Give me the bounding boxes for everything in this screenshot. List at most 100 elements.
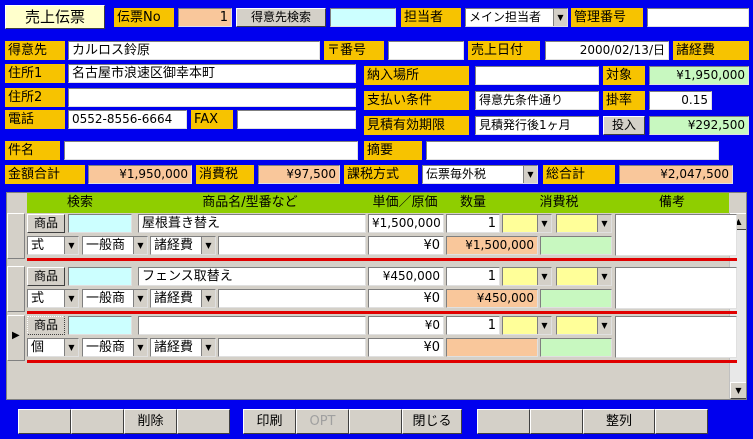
chevron-down-icon[interactable]: ▼ [537, 215, 551, 232]
footer-blank-button-3[interactable] [177, 409, 230, 434]
close-button[interactable]: 閉じる [402, 409, 462, 434]
tax-select-2[interactable]: ▼ [556, 267, 612, 286]
input-button[interactable]: 投入 [603, 116, 645, 135]
cost-field[interactable]: ¥0 [368, 338, 444, 357]
product-code-field[interactable] [68, 267, 132, 286]
customer-search-button[interactable]: 得意先検索 [236, 8, 326, 27]
addr2-label: 住所2 [5, 88, 65, 107]
target-label: 対象 [603, 66, 645, 85]
note-field[interactable] [615, 316, 737, 358]
category-select[interactable]: 一般商 ▼ [82, 289, 148, 308]
line-tax-field [540, 289, 612, 308]
chevron-down-icon[interactable]: ▼ [201, 237, 215, 254]
note-field[interactable] [615, 267, 737, 309]
unit-select[interactable]: 式 ▼ [27, 236, 79, 255]
product-name-field[interactable] [138, 316, 366, 335]
tax-select-2[interactable]: ▼ [556, 214, 612, 233]
product-name-field[interactable]: 屋根葺き替え [138, 214, 366, 233]
misc-field[interactable]: ¥292,500 [649, 116, 749, 135]
chevron-down-icon[interactable]: ▼ [201, 339, 215, 356]
category-select[interactable]: 一般商 ▼ [82, 338, 148, 357]
chevron-down-icon[interactable]: ▼ [133, 290, 147, 307]
row-selector[interactable] [7, 266, 25, 312]
expense-select[interactable]: 諸経費 ▼ [150, 289, 216, 308]
cost-field[interactable]: ¥0 [368, 236, 444, 255]
customer-search-field[interactable] [330, 8, 396, 27]
chevron-down-icon[interactable]: ▼ [537, 317, 551, 334]
addr2-field[interactable] [68, 88, 356, 107]
chevron-down-icon[interactable]: ▼ [64, 290, 78, 307]
footer-blank-button-5[interactable] [477, 409, 530, 434]
delivery-field[interactable] [475, 66, 599, 85]
cost-field[interactable]: ¥0 [368, 289, 444, 308]
footer-blank-button-7[interactable] [655, 409, 708, 434]
unit-select[interactable]: 個 ▼ [27, 338, 79, 357]
chevron-down-icon[interactable]: ▼ [537, 268, 551, 285]
summary-field[interactable] [426, 141, 719, 160]
addr1-field[interactable]: 名古屋市浪速区御幸本町 [68, 64, 356, 83]
chevron-down-icon[interactable]: ▼ [201, 290, 215, 307]
opt-button[interactable]: OPT [296, 409, 349, 434]
spec-field[interactable] [218, 289, 366, 308]
print-button[interactable]: 印刷 [243, 409, 296, 434]
chevron-down-icon[interactable]: ▼ [133, 237, 147, 254]
customer-name-field[interactable]: カルロス鈴原 [68, 41, 320, 60]
mgmt-no-field[interactable] [647, 8, 749, 27]
footer-blank-button-4[interactable] [349, 409, 402, 434]
chevron-down-icon[interactable]: ▼ [553, 9, 567, 26]
quantity-field[interactable]: 1 [446, 267, 500, 286]
target-field[interactable]: ¥1,950,000 [649, 66, 749, 85]
unit-price-field[interactable]: ¥0 [368, 316, 444, 335]
customer-name-label: 得意先 [5, 41, 65, 60]
spec-field[interactable] [218, 338, 366, 357]
product-name-field[interactable]: フェンス取替え [138, 267, 366, 286]
product-code-field[interactable] [68, 316, 132, 335]
footer-blank-button-6[interactable] [530, 409, 583, 434]
tax-select-1[interactable]: ▼ [502, 316, 552, 335]
unit-price-field[interactable]: ¥1,500,000 [368, 214, 444, 233]
subject-field[interactable] [64, 141, 358, 160]
tax-method-select[interactable]: 伝票毎外税 ▼ [422, 165, 538, 184]
chevron-down-icon[interactable]: ▼ [597, 268, 611, 285]
slip-no-field[interactable]: 1 [178, 8, 232, 27]
align-button[interactable]: 整列 [583, 409, 655, 434]
tax-select-1[interactable]: ▼ [502, 267, 552, 286]
zip-field[interactable] [388, 41, 464, 60]
line-tax-field [540, 236, 612, 255]
spec-field[interactable] [218, 236, 366, 255]
rate-field[interactable]: 0.15 [649, 91, 712, 110]
quantity-field[interactable]: 1 [446, 316, 500, 335]
tel-field[interactable]: 0552-8556-6664 [68, 110, 187, 129]
scroll-down-icon[interactable]: ▼ [730, 382, 746, 399]
category-select[interactable]: 一般商 ▼ [82, 236, 148, 255]
unit-select[interactable]: 式 ▼ [27, 289, 79, 308]
tax-select-1[interactable]: ▼ [502, 214, 552, 233]
row-selector[interactable] [7, 213, 25, 259]
sale-date-field[interactable]: 2000/02/13/日 [545, 41, 669, 60]
delete-button[interactable]: 削除 [124, 409, 177, 434]
product-code-field[interactable] [68, 214, 132, 233]
row-selector[interactable]: ▶ [7, 315, 25, 361]
note-field[interactable] [615, 214, 737, 256]
fax-field[interactable] [237, 110, 356, 129]
valid-field[interactable]: 見積発行後1ヶ月 [475, 116, 599, 135]
chevron-down-icon[interactable]: ▼ [133, 339, 147, 356]
expense-value: 諸経費 [154, 291, 194, 306]
product-button[interactable]: 商品 [27, 267, 65, 286]
unit-price-field[interactable]: ¥450,000 [368, 267, 444, 286]
chevron-down-icon[interactable]: ▼ [523, 166, 537, 183]
chevron-down-icon[interactable]: ▼ [597, 215, 611, 232]
footer-blank-button-2[interactable] [71, 409, 124, 434]
expense-select[interactable]: 諸経費 ▼ [150, 338, 216, 357]
expense-select[interactable]: 諸経費 ▼ [150, 236, 216, 255]
product-button[interactable]: 商品 [27, 316, 65, 335]
chevron-down-icon[interactable]: ▼ [64, 237, 78, 254]
chevron-down-icon[interactable]: ▼ [597, 317, 611, 334]
tax-select-2[interactable]: ▼ [556, 316, 612, 335]
staff-select[interactable]: メイン担当者 ▼ [465, 8, 568, 27]
product-button[interactable]: 商品 [27, 214, 65, 233]
payment-field[interactable]: 得意先条件通り [475, 91, 599, 110]
quantity-field[interactable]: 1 [446, 214, 500, 233]
footer-blank-button-1[interactable] [18, 409, 71, 434]
chevron-down-icon[interactable]: ▼ [64, 339, 78, 356]
